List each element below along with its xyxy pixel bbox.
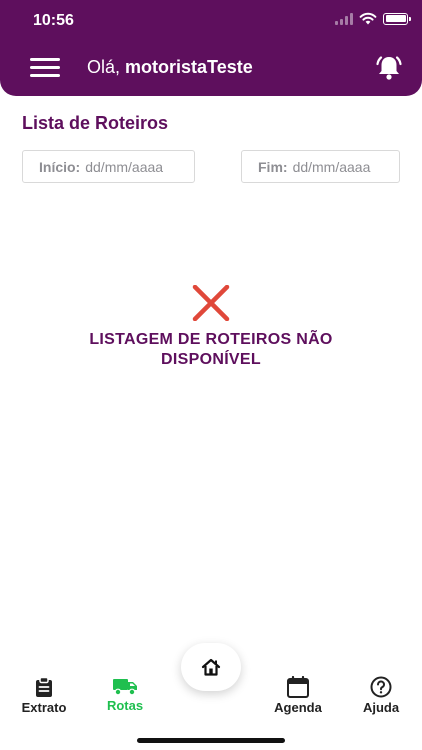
home-button[interactable]	[181, 643, 241, 691]
help-icon	[370, 676, 392, 698]
home-indicator	[137, 738, 285, 743]
start-date-label: Início:	[39, 158, 81, 175]
tab-label-ajuda: Ajuda	[362, 700, 400, 715]
calendar-icon	[287, 676, 309, 698]
signal-icon	[335, 12, 353, 25]
truck-icon	[113, 679, 137, 696]
clipboard-icon	[36, 676, 52, 697]
app-header: 10:56 Olá, motoristaTeste	[0, 0, 422, 96]
end-date-placeholder: dd/mm/aaaa	[292, 158, 371, 175]
close-icon	[192, 285, 230, 321]
tab-label-extrato: Extrato	[21, 700, 67, 715]
start-date-field[interactable]: Início: dd/mm/aaaa	[22, 150, 195, 183]
section-title: Lista de Roteiros	[22, 113, 169, 133]
end-date-field[interactable]: Fim: dd/mm/aaaa	[241, 150, 400, 183]
tab-label-rotas: Rotas	[106, 698, 144, 713]
status-time: 10:56	[33, 12, 74, 29]
start-date-placeholder: dd/mm/aaaa	[85, 158, 164, 175]
tab-agenda[interactable]: Agenda	[263, 676, 333, 715]
end-date-label: Fim:	[258, 158, 288, 175]
tab-rotas[interactable]: Rotas	[90, 676, 160, 713]
battery-icon	[383, 12, 411, 25]
tab-label-agenda: Agenda	[274, 700, 322, 715]
home-icon	[201, 658, 221, 676]
menu-button[interactable]	[30, 58, 60, 78]
username: motoristaTeste	[125, 57, 253, 77]
status-icons	[335, 12, 411, 25]
tab-extrato[interactable]: Extrato	[9, 676, 79, 715]
greeting-prefix: Olá,	[87, 57, 121, 77]
tab-ajuda[interactable]: Ajuda	[346, 676, 416, 715]
notification-bell-button[interactable]	[374, 53, 404, 83]
empty-state-message: LISTAGEM DE ROTEIROS NÃO DISPONÍVEL	[89, 331, 333, 368]
bell-ringing-icon	[376, 56, 402, 80]
wifi-icon	[359, 12, 377, 25]
greeting: Olá, motoristaTeste	[87, 57, 253, 78]
